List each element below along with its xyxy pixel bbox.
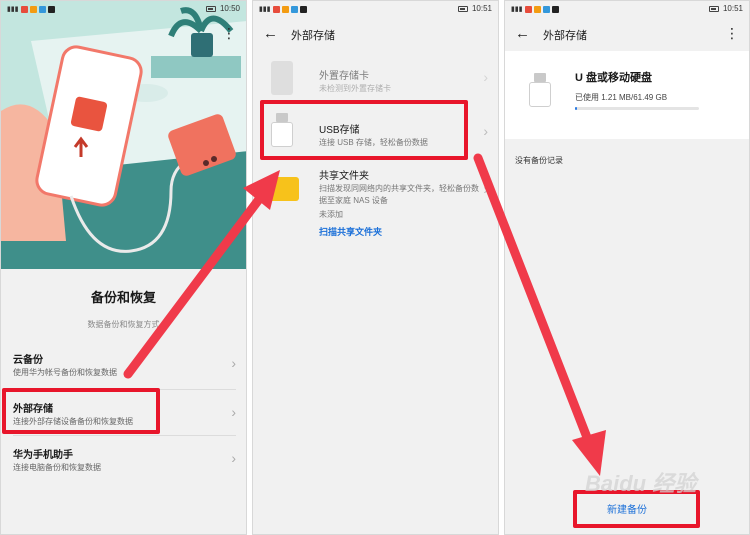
chevron-right-icon: › [231, 450, 236, 466]
phone-screen-external-storage: ▮▮▮ 10:51 ← 外部存储 外置存储卡 未检测到外置存储卡 › USB存储… [252, 0, 499, 535]
page-subtitle: 数据备份和恢复方式 [87, 320, 160, 329]
more-options-icon[interactable]: ⋮ [222, 25, 236, 42]
empty-state-text: 没有备份记录 [515, 156, 563, 165]
app-icon-orange [281, 5, 289, 13]
status-bar: ▮▮▮ 10:51 [253, 1, 498, 17]
app-bar-title: 外部存储 [291, 30, 335, 42]
list-item-title: 云备份 [13, 355, 43, 366]
signal-icon: ▮▮▮ [259, 6, 271, 13]
usb-device-card: U 盘或移动硬盘 已使用 1.21 MB/61.49 GB [505, 51, 749, 139]
list-item-subtitle: 未检测到外置存储卡 [319, 84, 391, 93]
list-item-sd-card[interactable]: 外置存储卡 未检测到外置存储卡 › [253, 59, 498, 103]
chevron-right-icon: › [483, 69, 488, 85]
storage-usage-text: 已使用 1.21 MB/61.49 GB [575, 93, 668, 102]
list-item-title: 共享文件夹 [319, 171, 369, 182]
app-bar: ← 外部存储 [253, 17, 498, 51]
battery-icon [205, 5, 216, 12]
battery-icon [457, 5, 468, 12]
status-time: 10:50 [219, 4, 240, 13]
scan-shared-folder-link[interactable]: 扫描共享文件夹 [319, 225, 382, 238]
tiktok-icon [299, 5, 307, 13]
status-icons-left: ▮▮▮ [259, 5, 307, 13]
shared-folder-icon [269, 177, 299, 201]
list-item-title: 外置存储卡 [319, 71, 369, 82]
list-item-cloud-backup[interactable]: 云备份 使用华为帐号备份和恢复数据 › [1, 341, 246, 389]
battery-icon [708, 5, 719, 12]
app-icon-red [524, 5, 532, 13]
list-item-shared-folder[interactable]: 共享文件夹 扫描发现同网络内的共享文件夹，轻松备份数据至家庭 NAS 设备 未添… [253, 163, 498, 243]
status-icons-right: 10:50 [205, 4, 240, 13]
app-icon-blue [38, 5, 46, 13]
phone-screen-usb-backup: ▮▮▮ 10:51 ← 外部存储 ⋮ U 盘或移动硬盘 已使用 1.21 MB/… [504, 0, 750, 535]
signal-icon: ▮▮▮ [7, 6, 19, 13]
chevron-right-icon: › [231, 404, 236, 420]
app-bar-title: 外部存储 [543, 30, 587, 42]
chevron-right-icon: › [483, 181, 488, 197]
device-name: U 盘或移动硬盘 [575, 72, 652, 84]
status-text: 未添加 [319, 210, 343, 219]
status-icons-right: 10:51 [708, 4, 743, 13]
status-icons-right: 10:51 [457, 4, 492, 13]
list-item-subtitle: 连接电脑备份和恢复数据 [13, 463, 101, 472]
sd-card-icon [271, 61, 293, 95]
app-icon-blue [542, 5, 550, 13]
page-title: 备份和恢复 [90, 290, 156, 305]
status-bar: ▮▮▮ 10:50 [1, 1, 246, 17]
status-icons-left: ▮▮▮ [511, 5, 559, 13]
list-item-subtitle: 使用华为帐号备份和恢复数据 [13, 368, 117, 377]
backup-illustration [1, 1, 246, 269]
back-arrow-icon[interactable]: ← [263, 25, 278, 42]
tiktok-icon [551, 5, 559, 13]
back-arrow-icon[interactable]: ← [515, 25, 530, 42]
status-time: 10:51 [471, 4, 492, 13]
status-icons-left: ▮▮▮ [7, 5, 55, 13]
app-icon-blue [290, 5, 298, 13]
chevron-right-icon: › [483, 123, 488, 139]
storage-usage-fill [575, 107, 578, 110]
hero-illustration [1, 1, 246, 269]
app-icon-orange [29, 5, 37, 13]
storage-usage-bar [575, 107, 699, 110]
signal-icon: ▮▮▮ [511, 6, 523, 13]
app-icon-red [272, 5, 280, 13]
list-item-subtitle: 扫描发现同网络内的共享文件夹，轻松备份数据至家庭 NAS 设备 [319, 184, 479, 205]
status-time: 10:51 [722, 4, 743, 13]
list-item-title: 华为手机助手 [13, 450, 73, 461]
highlight-box-external-storage [2, 388, 160, 434]
more-options-icon[interactable]: ⋮ [725, 25, 739, 42]
phone-screen-backup-restore: ▮▮▮ 10:50 ⋮ 备份和恢复 数据备份和恢复方式 云备份 使用华为帐号备份… [0, 0, 247, 535]
highlight-box-usb-storage [260, 100, 468, 160]
list-item-hisuite[interactable]: 华为手机助手 连接电脑备份和恢复数据 › [1, 436, 246, 484]
status-bar: ▮▮▮ 10:51 [505, 1, 749, 17]
usb-drive-icon [529, 73, 551, 107]
chevron-right-icon: › [231, 355, 236, 371]
app-bar: ← 外部存储 ⋮ [505, 17, 749, 51]
tiktok-icon [47, 5, 55, 13]
app-icon-red [20, 5, 28, 13]
watermark-logo: Baidu 经验 [585, 471, 697, 496]
app-icon-orange [533, 5, 541, 13]
